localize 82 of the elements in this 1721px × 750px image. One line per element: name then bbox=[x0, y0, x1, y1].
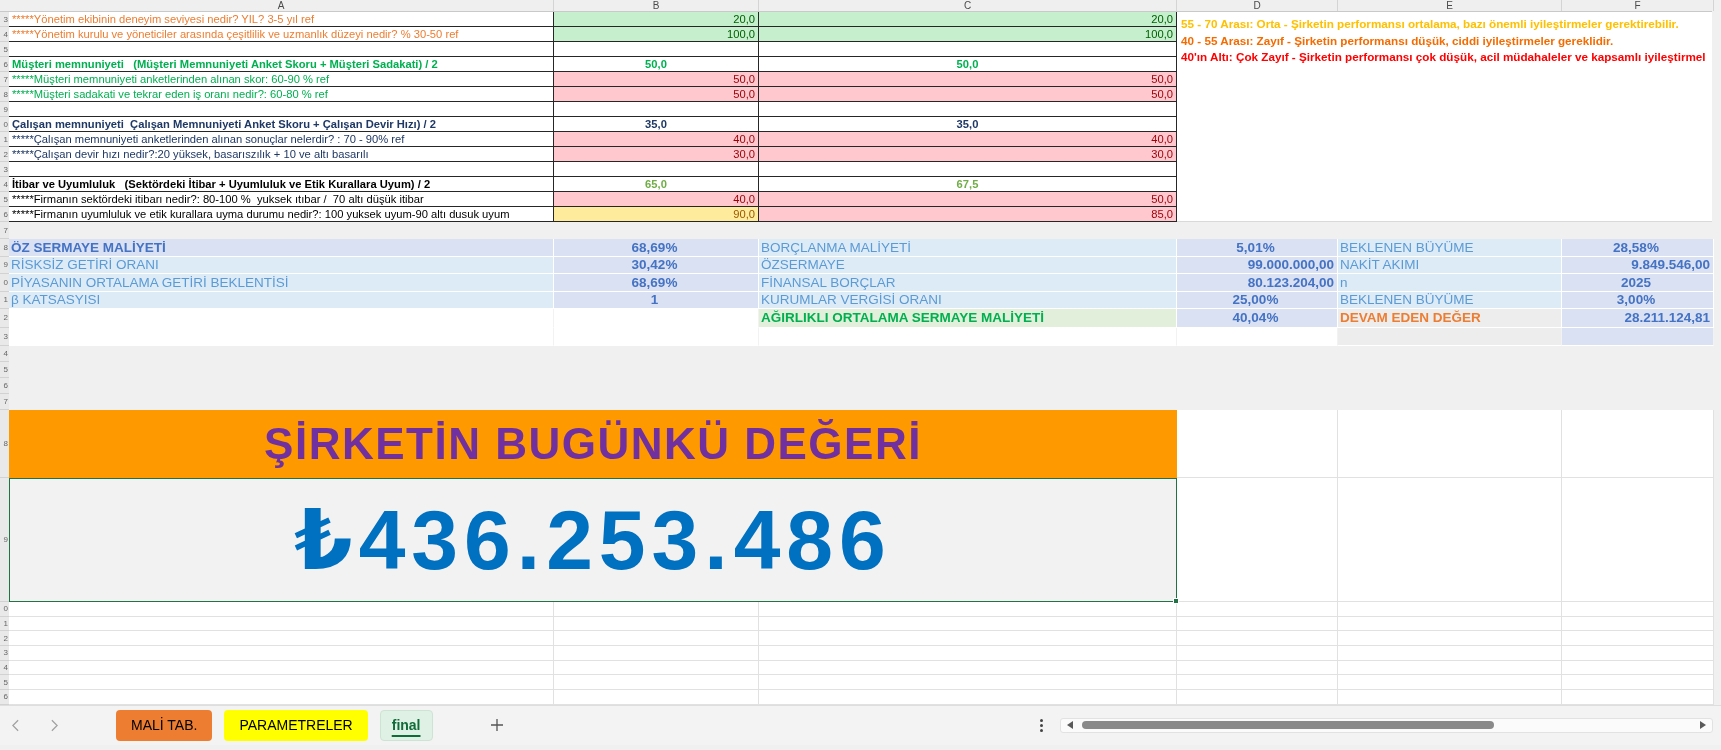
column-header[interactable]: F bbox=[1562, 0, 1714, 11]
score-cell: 40,0 bbox=[554, 192, 759, 207]
value-cell: 5,01% bbox=[1177, 239, 1338, 257]
dots-icon[interactable] bbox=[1039, 718, 1043, 732]
score-cell: 30,0 bbox=[554, 147, 759, 162]
label-cell: DEVAM EDEN DEĞER bbox=[1338, 309, 1562, 328]
label-cell: BORÇLANMA MALİYETİ bbox=[759, 239, 1177, 257]
score-cell: 85,0 bbox=[759, 207, 1177, 222]
score-cell: 20,0 bbox=[759, 12, 1177, 27]
row-header[interactable]: 0 bbox=[0, 274, 9, 292]
value-cell: 28,58% bbox=[1562, 239, 1714, 257]
score-cell: 100,0 bbox=[554, 27, 759, 42]
score-cell: 40,0 bbox=[554, 132, 759, 147]
score-cell: 50,0 bbox=[554, 87, 759, 102]
row-header[interactable]: 1 bbox=[0, 132, 9, 147]
present-value-cell[interactable]: ₺436.253.486 bbox=[9, 478, 1177, 602]
label-cell: AĞIRLIKLI ORTALAMA SERMAYE MALİYETİ bbox=[759, 309, 1177, 328]
question-cell: *****Müşteri sadakati ve tekrar eden iş oranı nedir?: 60-80 % ref bbox=[9, 87, 554, 102]
scrollbar-thumb[interactable] bbox=[1081, 721, 1494, 730]
section-heading-cell: Müşteri memnuniyeti (Müşteri Memnuniyeti Anket Skoru + Müşteri Sadakati) / 2 bbox=[9, 57, 554, 72]
label-cell: BEKLENEN BÜYÜME bbox=[1338, 239, 1562, 257]
column-header[interactable]: C bbox=[759, 0, 1177, 11]
left-triangle-icon[interactable] bbox=[1066, 721, 1073, 730]
column-header[interactable]: D bbox=[1177, 0, 1338, 11]
average-cell: 35,0 bbox=[759, 117, 1177, 132]
question-cell: *****Firmanın sektördeki itibarı nedir?: 80-100 % yuksek ıtıbar / 70 altı düşük itibar bbox=[9, 192, 554, 207]
value-cell: 2025 bbox=[1562, 274, 1714, 292]
valuation-title: ŞİRKETİN BUGÜNKÜ DEĞERİ bbox=[9, 410, 1177, 478]
fill-handle[interactable] bbox=[1173, 598, 1179, 604]
row-header[interactable]: 7 bbox=[0, 72, 9, 87]
row-header[interactable]: 6 bbox=[0, 378, 9, 394]
value-cell: 28.211.124,81 bbox=[1562, 309, 1714, 328]
score-cell: 30,0 bbox=[759, 147, 1177, 162]
score-cell: 50,0 bbox=[759, 87, 1177, 102]
score-cell: 50,0 bbox=[554, 72, 759, 87]
score-cell: 50,0 bbox=[759, 192, 1177, 207]
row-header[interactable]: 9 bbox=[0, 478, 9, 602]
label-cell: PİYASANIN ORTALAMA GETİRİ BEKLENTİSİ bbox=[9, 274, 554, 292]
sheet-tab[interactable]: MALİ TAB. bbox=[116, 709, 213, 741]
average-cell: 67,5 bbox=[759, 177, 1177, 192]
sheet-tab[interactable]: PARAMETRELER bbox=[224, 709, 368, 741]
score-cell: 90,0 bbox=[554, 207, 759, 222]
plus-icon[interactable] bbox=[490, 719, 503, 732]
row-header[interactable]: 4 bbox=[0, 346, 9, 362]
row-header[interactable]: 7 bbox=[0, 222, 9, 239]
average-cell: 50,0 bbox=[759, 57, 1177, 72]
value-cell: 68,69% bbox=[554, 239, 759, 257]
horizontal-scrollbar[interactable] bbox=[1059, 717, 1713, 733]
column-header[interactable]: A bbox=[9, 0, 554, 11]
average-cell: 65,0 bbox=[554, 177, 759, 192]
column-header[interactable]: E bbox=[1338, 0, 1562, 11]
score-cell: 100,0 bbox=[759, 27, 1177, 42]
note-text: 40'ın Altı: Çok Zayıf - Şirketin performansı çok düşük, acil müdahaleler ve kapsamlı iyileştirmel bbox=[1181, 49, 1707, 66]
row-header[interactable]: 7 bbox=[0, 394, 9, 410]
section-heading-cell: İtibar ve Uyumluluk (Sektördeki İtibar + Uyumluluk ve Etik Kurallara Uyum) / 2 bbox=[9, 177, 554, 192]
question-cell: *****Çalışan memnuniyeti anketlerinden alınan sonuçlar nelerdir? : 70 - 90% ref bbox=[9, 132, 554, 147]
right-triangle-icon[interactable] bbox=[1699, 721, 1706, 730]
row-header[interactable]: 8 bbox=[0, 410, 9, 478]
question-cell: *****Yönetim kurulu ve yöneticiler arasında çeşitlilik ve uzmanlık düzeyi nedir? % 30-50 ref bbox=[9, 27, 554, 42]
average-cell: 50,0 bbox=[554, 57, 759, 72]
value-cell: 40,04% bbox=[1177, 309, 1338, 328]
question-cell: *****Firmanın uyumluluk ve etik kurallara uyma durumu nedir?: 100 yuksek uyum-90 altı dusuk uyum bbox=[9, 207, 554, 222]
row-header[interactable]: 2 bbox=[0, 309, 9, 328]
value-cell: 80.123.204,00 bbox=[1177, 274, 1338, 292]
label-cell: FİNANSAL BORÇLAR bbox=[759, 274, 1177, 292]
score-cell: 20,0 bbox=[554, 12, 759, 27]
row-header[interactable]: 8 bbox=[0, 239, 9, 257]
row-header[interactable]: 5 bbox=[0, 362, 9, 378]
average-cell: 35,0 bbox=[554, 117, 759, 132]
score-cell: 50,0 bbox=[759, 72, 1177, 87]
note-text: 40 - 55 Arası: Zayıf - Şirketin performansı düşük, ciddi iyileştirmeler gereklidir. bbox=[1181, 32, 1615, 49]
section-heading-cell: Çalışan memnuniyeti Çalışan Memnuniyeti Anket Skoru + Çalışan Devir Hızı) / 2 bbox=[9, 117, 554, 132]
column-header[interactable]: B bbox=[554, 0, 759, 11]
sheet-tab[interactable]: final bbox=[379, 709, 433, 741]
score-cell: 40,0 bbox=[759, 132, 1177, 147]
label-cell: ÖZ SERMAYE MALİYETİ bbox=[9, 239, 554, 257]
question-cell: *****Yönetim ekibinin deneyim seviyesi nedir? YIL? 3-5 yıl ref bbox=[9, 12, 554, 27]
value-cell: 68,69% bbox=[554, 274, 759, 292]
question-cell: *****Müşteri memnuniyeti anketlerinden alınan skor: 60-90 % ref bbox=[9, 72, 554, 87]
question-cell: *****Çalışan devir hızı nedir?:20 yüksek, basarıszılık + 10 ve altı basarılı bbox=[9, 147, 554, 162]
label-cell: n bbox=[1338, 274, 1562, 292]
note-text: 55 - 70 Arası: Orta - Şirketin performansı ortalama, bazı önemli iyileştirmeler gerektirebilir. bbox=[1181, 16, 1680, 32]
